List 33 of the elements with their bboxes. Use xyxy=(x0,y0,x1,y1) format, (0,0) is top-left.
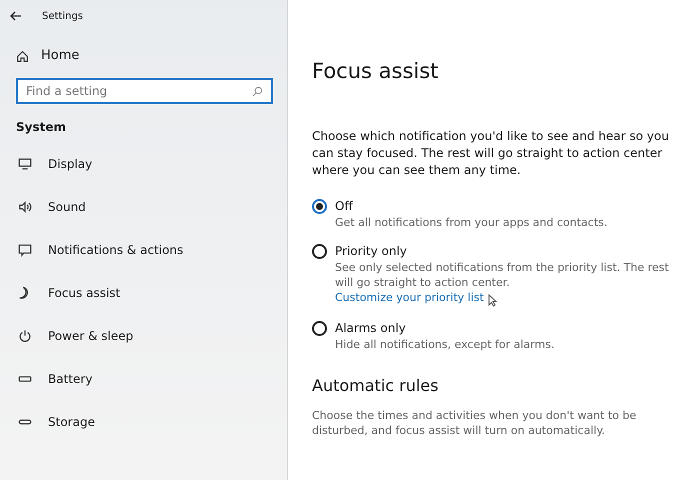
search-field[interactable]: Find a setting xyxy=(16,78,273,104)
power-icon xyxy=(18,328,32,342)
sidebar-item[interactable]: Sound xyxy=(8,185,273,228)
option-description: Hide all notifications, except for alarms. xyxy=(335,336,554,352)
sidebar-item[interactable]: Display xyxy=(8,142,273,185)
section-heading: System xyxy=(16,119,66,136)
intro-text: Choose which notification you'd like to see and hear so you can stay focused. The rest will go straight to action center where you can see them any time. xyxy=(312,128,670,178)
radio-button[interactable] xyxy=(312,198,327,214)
speaker-icon xyxy=(18,200,32,214)
option-label: Alarms only xyxy=(335,320,406,336)
home-icon xyxy=(16,50,29,62)
sidebar-item[interactable]: Focus assist xyxy=(8,271,273,314)
back-arrow-icon[interactable] xyxy=(10,11,22,21)
mouse-cursor-icon xyxy=(488,294,497,306)
window-title: Settings xyxy=(42,10,84,24)
sidebar-item[interactable]: Notifications & actions xyxy=(8,228,273,271)
option-description: See only selected notifications from the priority list. The rest will go straight to action center. xyxy=(335,260,670,290)
search-icon xyxy=(252,86,263,97)
rules-text: Choose the times and activities when you don't want to be disturbed, and focus assist will turn on automatically. xyxy=(312,408,638,438)
sidebar-item[interactable]: Storage xyxy=(8,400,273,443)
customize-link[interactable]: Customize your priority list xyxy=(335,290,484,306)
sidebar-item[interactable]: Battery xyxy=(8,357,273,400)
option-label: Off xyxy=(335,198,353,214)
monitor-icon xyxy=(18,156,32,170)
radio-button[interactable] xyxy=(312,320,327,336)
home-link[interactable]: Home xyxy=(41,46,80,66)
option-label: Priority only xyxy=(335,242,407,260)
sidebar-item[interactable]: Power & sleep xyxy=(8,314,273,357)
section-heading: Automatic rules xyxy=(312,374,438,396)
page-title: Focus assist xyxy=(312,58,438,85)
radio-button[interactable] xyxy=(312,244,327,258)
speech-bubble-icon xyxy=(18,242,32,256)
option-description: Get all notifications from your apps and contacts. xyxy=(335,214,608,230)
